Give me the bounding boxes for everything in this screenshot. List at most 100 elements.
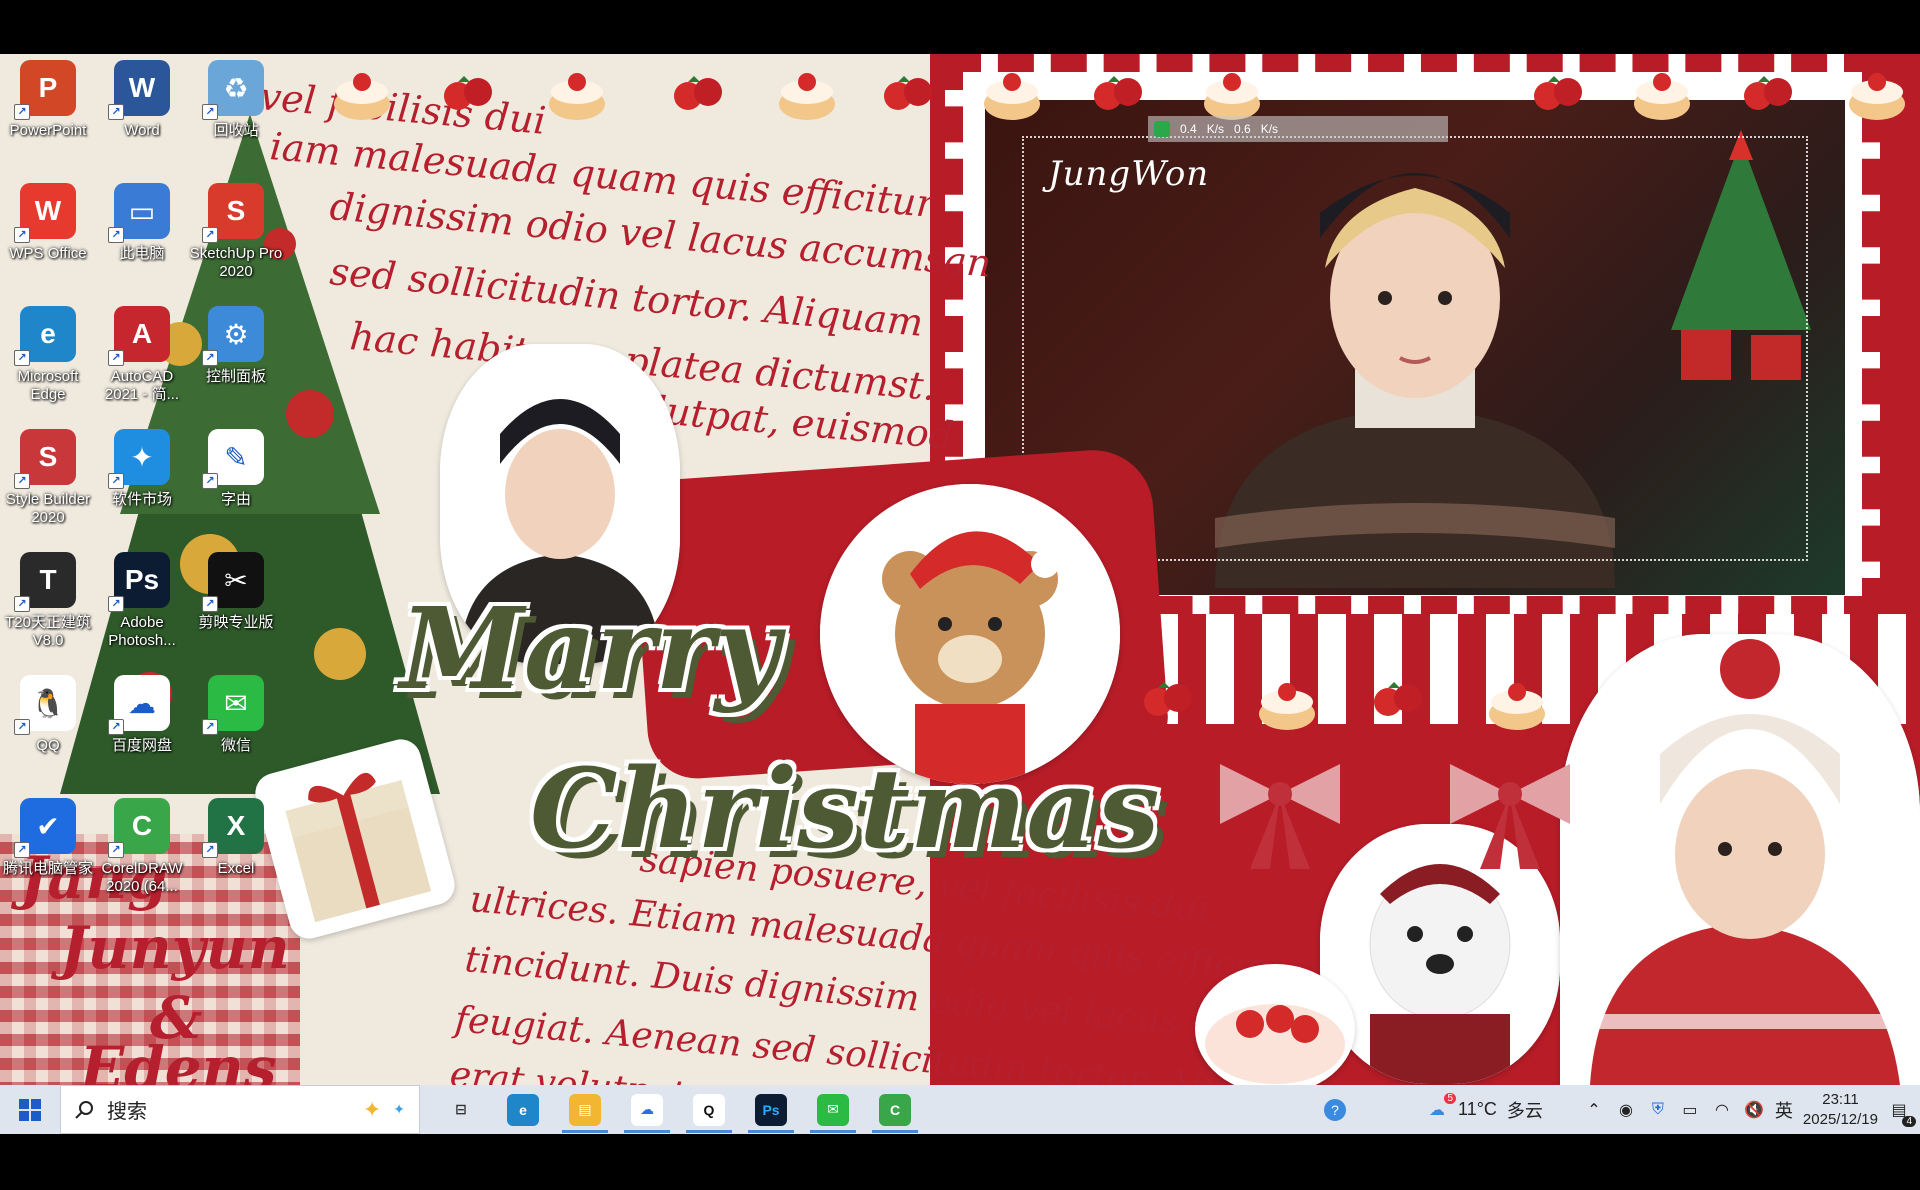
edge-icon: e: [507, 1093, 539, 1126]
chevron-up-icon[interactable]: ⌃: [1583, 1099, 1605, 1121]
desktop-wallpaper[interactable]: JungWon vel facilisis dui iam malesuada …: [0, 54, 1920, 1085]
desktop-icon-label: 此电脑: [119, 245, 165, 262]
shortcut-arrow-icon: ↗: [108, 596, 124, 612]
desktop-icon-label: SketchUp Pro 2020: [189, 245, 283, 280]
desktop-icon[interactable]: ▭ ↗ 此电脑: [94, 177, 190, 289]
shortcut-arrow-icon: ↗: [108, 350, 124, 366]
desktop-icon[interactable]: ✎ ↗ 字由: [188, 423, 284, 535]
strawberry-icon: [1534, 76, 1582, 110]
app-icon: ✂ ↗: [202, 552, 264, 612]
clock-time: 23:11: [1822, 1090, 1859, 1108]
search-placeholder: 搜索: [107, 1099, 147, 1123]
shield-icon[interactable]: ⛨: [1647, 1099, 1669, 1121]
taskbar-app-coreldraw[interactable]: C: [864, 1085, 926, 1134]
app-icon: W ↗: [108, 60, 170, 120]
notification-icon[interactable]: ▤ 4: [1888, 1099, 1916, 1127]
app-glyph: C: [131, 810, 153, 841]
desktop-icon[interactable]: S ↗ SketchUp Pro 2020: [188, 177, 284, 289]
start-button[interactable]: [0, 1085, 60, 1134]
taskbar-app-wechat[interactable]: ✉: [802, 1085, 864, 1134]
strawberry-icon: [674, 76, 722, 110]
shortcut-arrow-icon: ↗: [202, 227, 218, 243]
app-glyph: ☁: [128, 687, 156, 719]
shortcut-arrow-icon: ↗: [108, 719, 124, 735]
taskbar-app-photoshop[interactable]: Ps: [740, 1085, 802, 1134]
notification-count: 4: [1902, 1115, 1916, 1127]
desktop-icon[interactable]: W ↗ WPS Office: [0, 177, 96, 289]
app-glyph: A: [131, 318, 153, 349]
system-tray: ? ☁ 5 11°C 多云 ⌃ ◉ ⛨ ▭ ◠ 🔇 英 23:11 2025/12…: [1324, 1085, 1920, 1134]
desktop-icon[interactable]: P ↗ PowerPoint: [0, 54, 96, 166]
desktop-icon[interactable]: T ↗ T20天正建筑 V8.0: [0, 546, 96, 658]
strawberry-icon: [1374, 682, 1422, 716]
desktop-icon[interactable]: ✉ ↗ 微信: [188, 669, 284, 781]
app-icon: Ps ↗: [108, 552, 170, 612]
desktop-icon-label: Word: [124, 122, 160, 139]
taskbar-app-file-explorer[interactable]: ▤: [554, 1085, 616, 1134]
taskbar-app-edge[interactable]: e: [492, 1085, 554, 1134]
app-icon: ✉ ↗: [202, 675, 264, 735]
help-icon[interactable]: ?: [1324, 1098, 1347, 1121]
app-icon: X ↗: [202, 798, 264, 858]
desktop-icon[interactable]: ✂ ↗ 剪映专业版: [188, 546, 284, 658]
desktop-icon-label: Microsoft Edge: [17, 368, 79, 403]
plaid-name-text: Edens: [80, 1034, 277, 1085]
taskbar-app-baidu-netdisk[interactable]: ☁: [616, 1085, 678, 1134]
taskbar-search-box[interactable]: 搜索 ✦ ✦: [60, 1085, 420, 1134]
shortcut-arrow-icon: ↗: [14, 227, 30, 243]
desktop-icon-label: 微信: [220, 737, 251, 754]
clock[interactable]: 23:11 2025/12/19: [1803, 1090, 1878, 1130]
cake-icon: [1849, 73, 1905, 120]
taskbar: 搜索 ✦ ✦ ⊟ e ▤ ☁ Q Ps ✉ C ? ☁ 5 11°C 多云 ⌃ ◉ ⛨ ▭ ◠ …: [0, 1085, 1920, 1134]
desktop-icon[interactable]: ♻ ↗ 回收站: [188, 54, 284, 166]
strawberry-cake-icon: [1195, 964, 1355, 1085]
desktop-icon[interactable]: A ↗ AutoCAD 2021 - 简...: [94, 300, 190, 412]
bow-icon: [1450, 764, 1570, 869]
desktop-icon-label: AutoCAD 2021 - 简...: [104, 368, 180, 403]
taskbar-app-task-view[interactable]: ⊟: [430, 1085, 492, 1134]
top-letterbox: [0, 0, 1920, 54]
weather-desc[interactable]: 多云: [1507, 1097, 1543, 1123]
shortcut-arrow-icon: ↗: [202, 842, 218, 858]
wifi-icon[interactable]: ◠: [1711, 1099, 1733, 1121]
shortcut-arrow-icon: ↗: [14, 350, 30, 366]
weather-cloud-icon[interactable]: ☁ 5: [1426, 1092, 1457, 1121]
search-icon: [75, 1100, 93, 1119]
app-glyph: T: [39, 564, 57, 595]
desktop-icon[interactable]: 🐧 ↗ QQ: [0, 669, 96, 781]
desktop-icon[interactable]: ☁ ↗ 百度网盘: [94, 669, 190, 781]
desktop-icon[interactable]: X ↗ Excel: [188, 792, 284, 904]
app-icon: ▭ ↗: [108, 183, 170, 243]
desktop-icon[interactable]: ⚙ ↗ 控制面板: [188, 300, 284, 412]
baidu-netdisk-icon: ☁: [631, 1093, 663, 1126]
desktop-icon[interactable]: e ↗ Microsoft Edge: [0, 300, 96, 412]
desktop-icon-label: 腾讯电脑管家: [2, 860, 93, 877]
app-glyph: ⚙: [223, 318, 249, 350]
ime-indicator[interactable]: 英: [1775, 1097, 1793, 1123]
battery-icon[interactable]: ▭: [1679, 1099, 1701, 1121]
strawberry-icon: [1144, 682, 1192, 716]
net-speed-widget[interactable]: 0.4 K/s 0.6 K/s: [1148, 116, 1448, 142]
volume-muted-icon[interactable]: 🔇: [1743, 1099, 1765, 1121]
desktop-icon-label: 字由: [220, 491, 251, 508]
shortcut-arrow-icon: ↗: [14, 104, 30, 120]
net-down-value: 0.4: [1180, 122, 1197, 136]
signature-text: JungWon: [1048, 154, 1210, 194]
weather-temp[interactable]: 11°C: [1458, 1099, 1497, 1120]
app-glyph: Ps: [124, 564, 160, 595]
taskbar-app-qq[interactable]: Q: [678, 1085, 740, 1134]
shortcut-arrow-icon: ↗: [202, 473, 218, 489]
desktop-icon[interactable]: Ps ↗ Adobe Photosh...: [94, 546, 190, 658]
desktop-icon[interactable]: S ↗ Style Builder 2020: [0, 423, 96, 535]
record-icon[interactable]: ◉: [1615, 1099, 1637, 1121]
desktop-icon[interactable]: ✔ ↗ 腾讯电脑管家: [0, 792, 96, 904]
app-icon: A ↗: [108, 306, 170, 366]
desktop-icon-label: PowerPoint: [9, 122, 87, 139]
shortcut-arrow-icon: ↗: [202, 104, 218, 120]
desktop-icon[interactable]: W ↗ Word: [94, 54, 190, 166]
desktop-icon[interactable]: ✦ ↗ 软件市场: [94, 423, 190, 535]
desktop-icon-label: CorelDRAW 2020 (64...: [101, 860, 183, 895]
desktop-icon[interactable]: C ↗ CorelDRAW 2020 (64...: [94, 792, 190, 904]
app-glyph: W: [128, 72, 156, 103]
desktop-icon-label: WPS Office: [9, 245, 87, 262]
